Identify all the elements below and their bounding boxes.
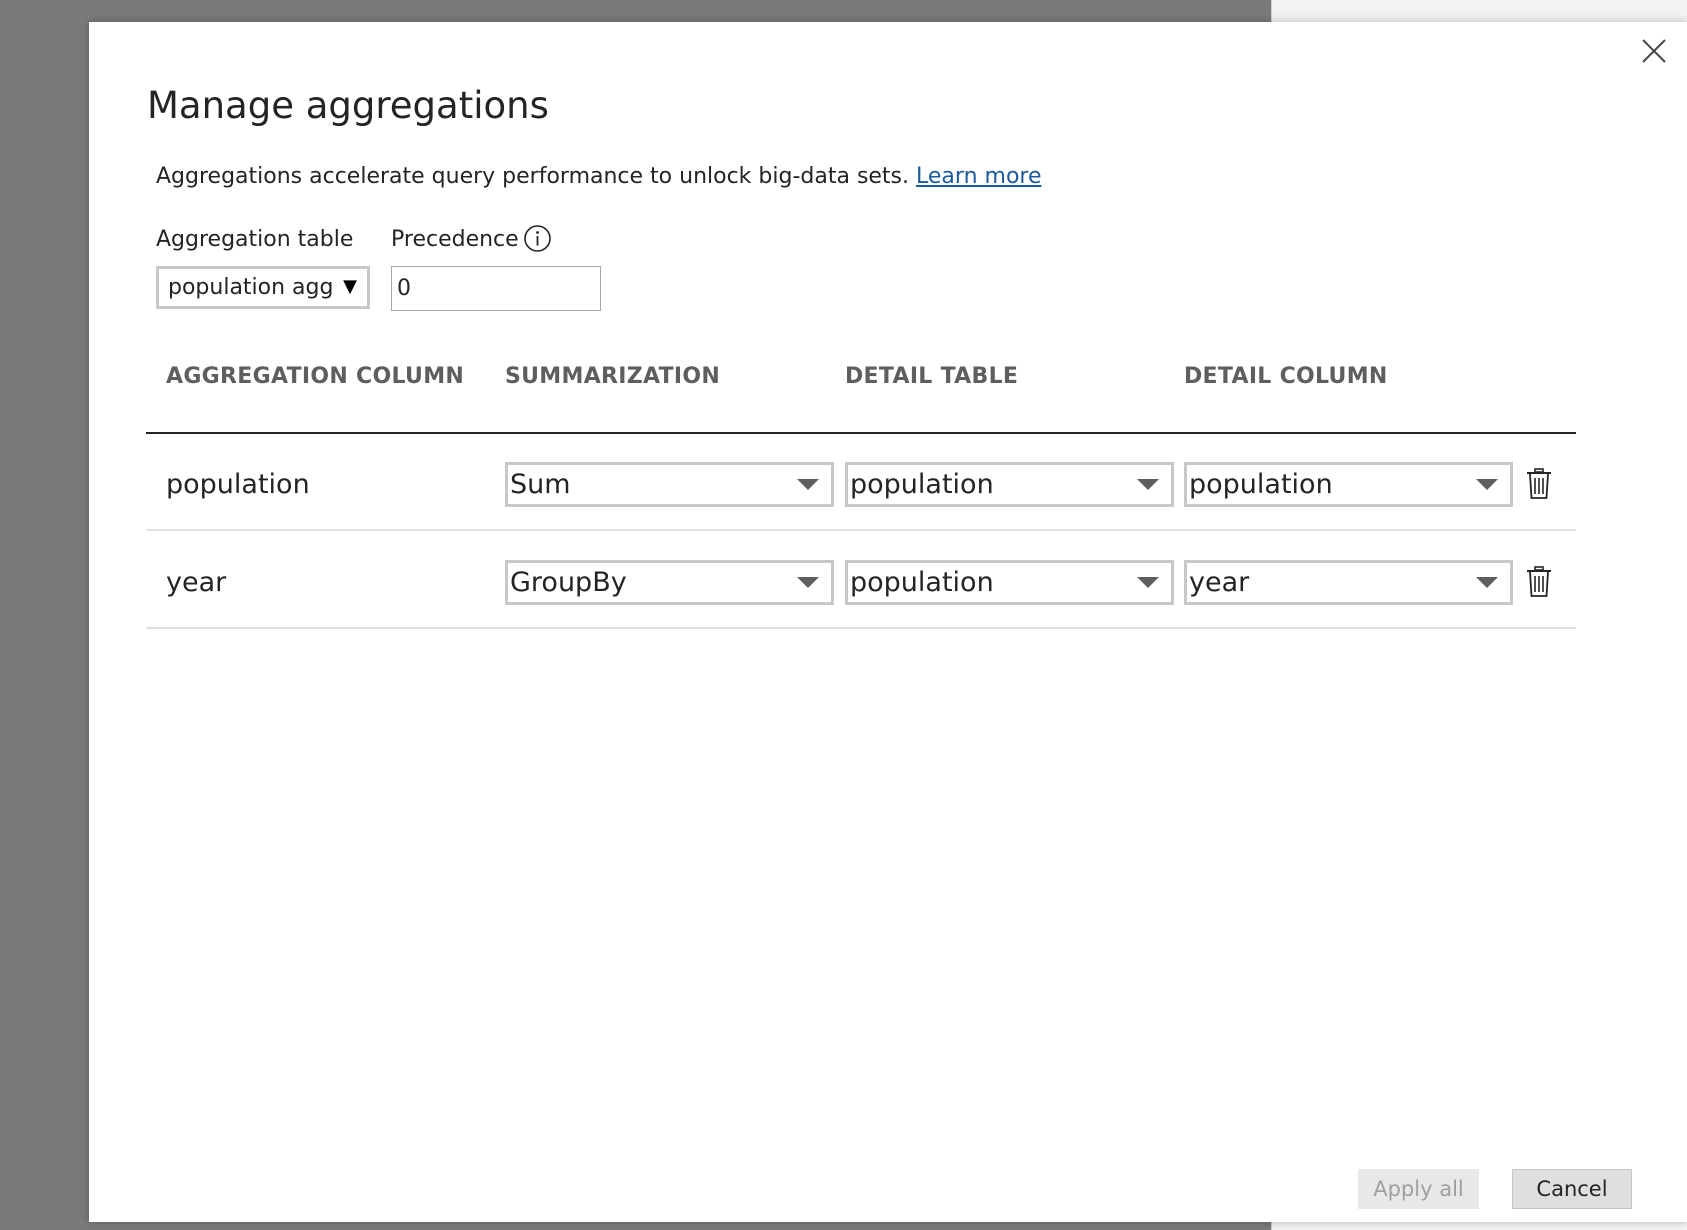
header-divider (146, 432, 1576, 434)
aggregation-table-value: population agg (168, 275, 334, 300)
close-icon (1642, 39, 1666, 63)
summarization-dropdown[interactable]: Sum (505, 462, 834, 507)
caret-down-icon (1476, 479, 1498, 490)
column-header-summarization: SUMMARIZATION (505, 364, 721, 389)
cancel-button[interactable]: Cancel (1512, 1169, 1632, 1209)
column-header-aggregation-column: AGGREGATION COLUMN (166, 364, 465, 389)
aggregation-table-dropdown[interactable]: population agg ▼ (156, 266, 370, 309)
detail-column-dropdown[interactable]: population (1184, 462, 1513, 507)
info-icon[interactable] (523, 224, 552, 253)
detail-table-dropdown[interactable]: population (845, 560, 1174, 605)
summarization-value: Sum (510, 469, 571, 500)
row-divider (146, 529, 1576, 531)
row-aggregation-column: population (166, 469, 310, 500)
close-button[interactable] (1639, 36, 1669, 66)
description-text: Aggregations accelerate query performanc… (156, 164, 910, 189)
dialog-title: Manage aggregations (147, 84, 549, 127)
caret-down-icon (1137, 479, 1159, 490)
precedence-label: Precedence (391, 227, 519, 252)
detail-table-dropdown[interactable]: population (845, 462, 1174, 507)
summarization-dropdown[interactable]: GroupBy (505, 560, 834, 605)
column-header-detail-table: DETAIL TABLE (845, 364, 1019, 389)
detail-table-value: population (850, 567, 994, 598)
caret-down-icon (1476, 577, 1498, 588)
apply-all-button[interactable]: Apply all (1358, 1169, 1479, 1209)
row-divider (146, 627, 1576, 629)
detail-column-dropdown[interactable]: year (1184, 560, 1513, 605)
manage-aggregations-dialog: Manage aggregations Aggregations acceler… (89, 22, 1687, 1222)
row-aggregation-column: year (166, 567, 227, 598)
caret-down-icon: ▼ (343, 276, 357, 297)
aggregation-table-label: Aggregation table (156, 227, 354, 252)
column-header-detail-column: DETAIL COLUMN (1184, 364, 1388, 389)
detail-column-value: population (1189, 469, 1333, 500)
detail-table-value: population (850, 469, 994, 500)
summarization-value: GroupBy (510, 567, 627, 598)
trash-icon[interactable] (1526, 468, 1552, 500)
trash-icon[interactable] (1526, 566, 1552, 598)
caret-down-icon (797, 577, 819, 588)
precedence-input[interactable] (391, 266, 601, 311)
detail-column-value: year (1189, 567, 1250, 598)
dialog-description: Aggregations accelerate query performanc… (156, 164, 1042, 189)
caret-down-icon (1137, 577, 1159, 588)
learn-more-link[interactable]: Learn more (916, 164, 1041, 189)
caret-down-icon (797, 479, 819, 490)
